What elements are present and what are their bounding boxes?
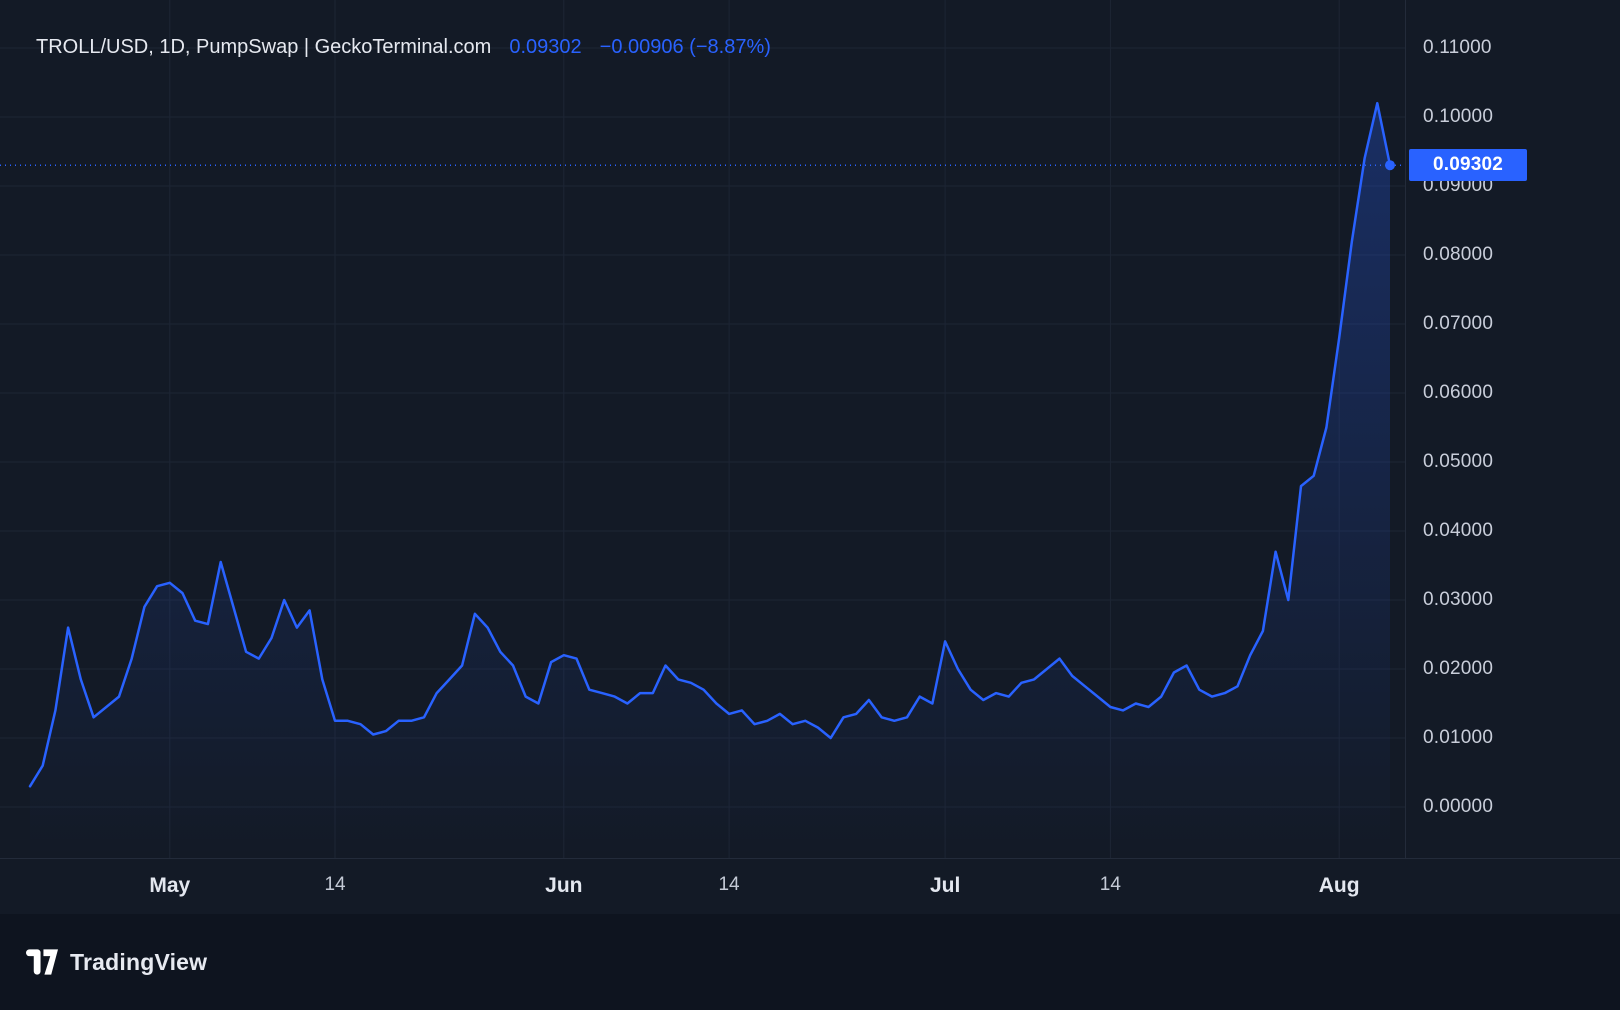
chart-legend: TROLL/USD, 1D, PumpSwap | GeckoTerminal.… (36, 36, 771, 59)
chart-pane[interactable]: TROLL/USD, 1D, PumpSwap | GeckoTerminal.… (0, 0, 1405, 858)
tradingview-logo-icon (26, 949, 58, 975)
price-tick-label: 0.10000 (1423, 105, 1493, 129)
tradingview-attribution[interactable]: TradingView (26, 949, 207, 976)
price-tick-label: 0.02000 (1423, 657, 1493, 681)
price-tick-label: 0.04000 (1423, 519, 1493, 543)
price-tick-label: 0.03000 (1423, 588, 1493, 612)
symbol-title[interactable]: TROLL/USD, 1D, PumpSwap | GeckoTerminal.… (36, 36, 491, 59)
price-tick-label: 0.01000 (1423, 726, 1493, 750)
legend-change: −0.00906 (−8.87%) (600, 36, 771, 59)
time-tick-label: Aug (1319, 874, 1360, 898)
tradingview-brand-text: TradingView (70, 949, 207, 976)
time-tick-label: 14 (718, 874, 739, 896)
time-axis[interactable]: May 14 Jun 14 Jul 14 Aug (0, 858, 1620, 914)
legend-last-price: 0.09302 (509, 36, 581, 59)
price-tick-label: 0.05000 (1423, 450, 1493, 474)
time-tick-label: May (149, 874, 190, 898)
price-tick-label: 0.11000 (1423, 36, 1492, 60)
price-chart-svg[interactable] (0, 0, 1405, 858)
area-fill (30, 103, 1390, 858)
price-axis[interactable]: 0.09302 0.110000.100000.090000.080000.07… (1405, 0, 1620, 858)
current-price-dot (1385, 160, 1395, 170)
time-tick-label: 14 (1100, 874, 1121, 896)
price-tick-label: 0.08000 (1423, 243, 1493, 267)
time-tick-label: Jun (545, 874, 582, 898)
time-tick-label: Jul (930, 874, 960, 898)
chart-window: TROLL/USD, 1D, PumpSwap | GeckoTerminal.… (0, 0, 1620, 1010)
price-tick-label: 0.00000 (1423, 795, 1493, 819)
bottom-bar: TradingView (0, 914, 1620, 1010)
price-tick-label: 0.06000 (1423, 381, 1493, 405)
time-tick-label: 14 (324, 874, 345, 896)
current-price-label: 0.09302 (1409, 149, 1527, 181)
price-tick-label: 0.07000 (1423, 312, 1493, 336)
